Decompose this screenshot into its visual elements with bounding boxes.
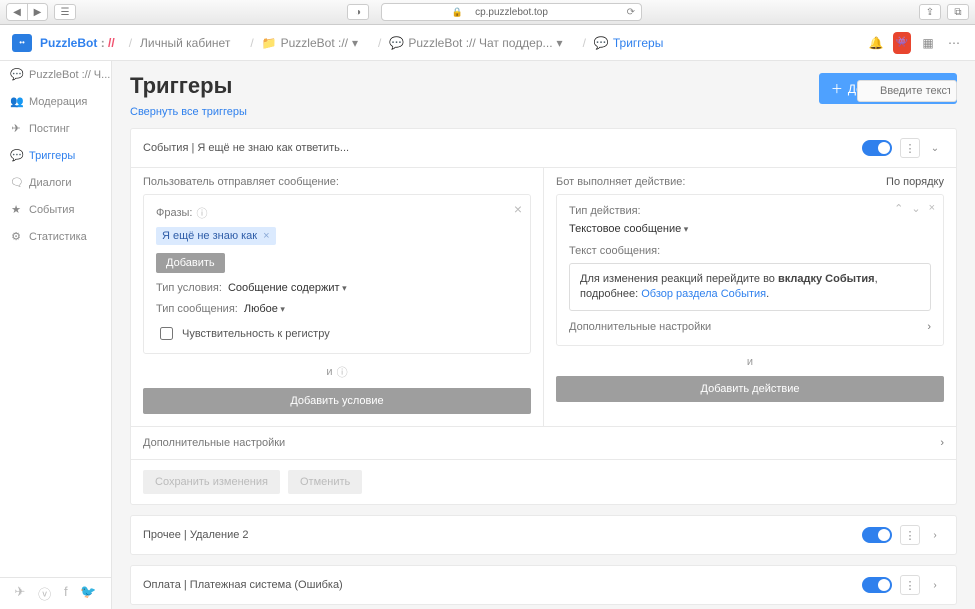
case-sensitive-checkbox[interactable]: Чувствительность к регистру <box>156 324 518 343</box>
chat-icon: 💬 <box>10 149 22 162</box>
trigger-title: Оплата | Платежная система (Ошибка) <box>143 579 862 591</box>
twitter-icon[interactable]: 🐦 <box>80 584 96 603</box>
save-button[interactable]: Сохранить изменения <box>143 470 280 494</box>
app-logo[interactable] <box>12 34 32 52</box>
action-column: Бот выполняет действие: По порядку ⌃ ⌄ ×… <box>543 168 956 426</box>
app-bar: PuzzleBot : // /Личный кабинет /📁 Puzzle… <box>0 25 975 61</box>
sidebar-item-moderation[interactable]: 👥Модерация <box>0 88 111 115</box>
chip-remove-icon[interactable]: × <box>263 230 269 242</box>
trigger-card-expanded: События | Я ещё не знаю как ответить... … <box>130 128 957 505</box>
condition-block: × Фразы:ⓘ Я ещё не знаю как× Добавить Ти… <box>143 194 531 354</box>
condition-header: Пользователь отправляет сообщение: <box>143 176 339 188</box>
avatar[interactable]: 👾 <box>893 34 911 52</box>
sidebar-item-posting[interactable]: ✈Постинг <box>0 115 111 142</box>
sidebar-item-events[interactable]: ★События <box>0 196 111 223</box>
sidebar-footer: ✈ ⓥ f 🐦 <box>0 577 111 609</box>
crumb-project[interactable]: 📁 PuzzleBot :// ▾ <box>262 36 358 50</box>
trigger-title: Прочее | Удаление 2 <box>143 529 862 541</box>
search-wrap: 🔍 <box>857 80 957 102</box>
url-bar[interactable]: 🔒 cp.puzzlebot.top ⟳ <box>381 3 642 21</box>
expand-chevron-icon[interactable]: › <box>926 580 944 591</box>
panel-extras-row[interactable]: Дополнительные настройки › <box>131 426 956 459</box>
trigger-card: Прочее | Удаление 2 ⋮ › <box>130 515 957 555</box>
gear-icon: ⚙ <box>10 230 22 243</box>
sidebar-item-channel[interactable]: 💬PuzzleBot :// Ч... <box>0 61 111 88</box>
move-down-icon[interactable]: ⌄ <box>911 202 920 215</box>
vk-icon[interactable]: ⓥ <box>38 584 51 603</box>
sidebar-item-stats[interactable]: ⚙Статистика <box>0 223 111 250</box>
message-text-box[interactable]: Для изменения реакций перейдите во вклад… <box>569 263 931 311</box>
trigger-toggle[interactable] <box>862 527 892 543</box>
add-action-button[interactable]: Добавить действие <box>556 376 944 402</box>
and-label: и <box>326 366 332 378</box>
trigger-toggle[interactable] <box>862 577 892 593</box>
shield-icon[interactable]: ◑ <box>347 4 369 20</box>
sidebar-item-dialogs[interactable]: 🗨Диалоги <box>0 169 111 196</box>
condition-type-row[interactable]: Тип условия:Сообщение содержит <box>156 282 518 294</box>
back-button[interactable]: ◀ <box>7 4 27 20</box>
url-text: cp.puzzlebot.top <box>475 7 548 18</box>
add-condition-button[interactable]: Добавить условие <box>143 388 531 414</box>
sidebar-toggle[interactable]: ☰ <box>54 4 76 20</box>
star-icon: ★ <box>10 203 22 216</box>
order-dropdown[interactable]: По порядку <box>886 176 944 188</box>
search-input[interactable] <box>857 80 957 102</box>
condition-column: Пользователь отправляет сообщение: × Фра… <box>131 168 543 426</box>
bubble-icon: 🗨 <box>10 176 22 189</box>
close-icon[interactable]: × <box>929 202 935 215</box>
chat-icon: 💬 <box>10 68 22 81</box>
chevron-right-icon: › <box>940 437 944 449</box>
close-icon[interactable]: × <box>514 201 522 217</box>
trigger-card: Оплата | Платежная система (Ошибка) ⋮ › <box>130 565 957 605</box>
sidebar: 💬PuzzleBot :// Ч... 👥Модерация ✈Постинг … <box>0 61 112 609</box>
help-icon[interactable]: ⓘ <box>196 205 207 221</box>
action-extras-row[interactable]: Дополнительные настройки › <box>569 321 931 333</box>
forward-button[interactable]: ▶ <box>27 4 47 20</box>
action-header: Бот выполняет действие: <box>556 176 685 188</box>
events-overview-link[interactable]: Обзор раздела События <box>641 288 766 300</box>
help-icon[interactable]: ⓘ <box>337 364 348 380</box>
collapse-all-link[interactable]: Свернуть все триггеры <box>130 106 247 118</box>
brand-name[interactable]: PuzzleBot : // <box>40 36 115 50</box>
expand-chevron-icon[interactable]: › <box>926 530 944 541</box>
plus-icon: ＋ <box>831 80 843 97</box>
add-phrase-button[interactable]: Добавить <box>156 253 225 273</box>
phrase-chip: Я ещё не знаю как× <box>156 227 276 245</box>
lock-icon: 🔒 <box>452 7 463 18</box>
telegram-icon[interactable]: ✈ <box>14 584 25 603</box>
page-title: Триггеры <box>130 73 232 99</box>
phrases-label: Фразы:ⓘ <box>156 205 518 221</box>
plane-icon: ✈ <box>10 122 22 135</box>
more-icon[interactable]: ⋯ <box>945 34 963 52</box>
chevron-right-icon: › <box>927 321 931 333</box>
and-label: и <box>747 356 753 368</box>
crumb-channel[interactable]: 💬 PuzzleBot :// Чат поддер... ▾ <box>389 36 562 50</box>
message-type-row[interactable]: Тип сообщения:Любое <box>156 303 518 315</box>
bell-icon[interactable]: 🔔 <box>867 34 885 52</box>
trigger-toggle[interactable] <box>862 140 892 156</box>
share-icon[interactable]: ⇪ <box>919 4 941 20</box>
collapse-chevron-icon[interactable]: ⌄ <box>926 143 944 154</box>
crumb-section[interactable]: 💬 Триггеры <box>594 36 663 50</box>
main-content: Триггеры ＋Добавить триггер Свернуть все … <box>112 61 975 609</box>
trigger-menu-button[interactable]: ⋮ <box>900 525 920 545</box>
move-up-icon[interactable]: ⌃ <box>894 202 903 215</box>
crumb-account[interactable]: Личный кабинет <box>140 36 230 50</box>
tabs-icon[interactable]: ⧉ <box>947 4 969 20</box>
action-block: ⌃ ⌄ × Тип действия: Текстовое сообщение … <box>556 194 944 346</box>
reload-icon[interactable]: ⟳ <box>627 7 635 18</box>
message-text-label: Текст сообщения: <box>569 245 931 257</box>
cancel-button[interactable]: Отменить <box>288 470 362 494</box>
users-icon: 👥 <box>10 95 22 108</box>
action-type-label: Тип действия: <box>569 205 931 217</box>
facebook-icon[interactable]: f <box>64 584 68 603</box>
browser-chrome: ◀ ▶ ☰ ◑ 🔒 cp.puzzlebot.top ⟳ ⇪ ⧉ <box>0 0 975 25</box>
trigger-menu-button[interactable]: ⋮ <box>900 575 920 595</box>
action-type-value[interactable]: Текстовое сообщение <box>569 223 931 235</box>
trigger-title: События | Я ещё не знаю как ответить... <box>143 142 862 154</box>
sidebar-item-triggers[interactable]: 💬Триггеры <box>0 142 111 169</box>
grid-icon[interactable]: ▦ <box>919 34 937 52</box>
nav-buttons: ◀ ▶ <box>6 3 48 21</box>
trigger-menu-button[interactable]: ⋮ <box>900 138 920 158</box>
